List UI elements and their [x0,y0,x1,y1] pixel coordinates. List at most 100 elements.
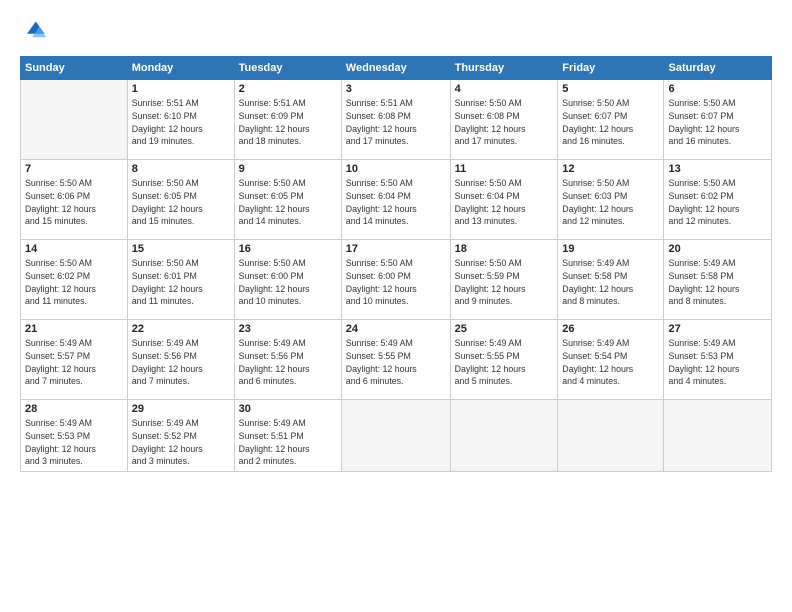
calendar-cell: 24 Sunrise: 5:49 AM Sunset: 5:55 PM Dayli… [341,320,450,400]
calendar-cell: 12 Sunrise: 5:50 AM Sunset: 6:03 PM Dayli… [558,160,664,240]
day-number: 16 [239,243,337,255]
day-number: 26 [562,323,659,335]
day-info: Sunrise: 5:50 AM Sunset: 6:08 PM Dayligh… [455,97,554,148]
day-number: 24 [346,323,446,335]
day-info: Sunrise: 5:50 AM Sunset: 6:05 PM Dayligh… [132,177,230,228]
header [20,18,772,46]
calendar-cell: 15Sunrise: 5:50 AM Sunset: 6:01 PM Dayli… [127,240,234,320]
day-info: Sunrise: 5:49 AM Sunset: 5:54 PM Dayligh… [562,337,659,388]
day-number: 8 [132,163,230,175]
day-number: 5 [562,83,659,95]
calendar-cell [558,400,664,472]
day-info: Sunrise: 5:49 AM Sunset: 5:53 PM Dayligh… [668,337,767,388]
calendar-cell: 25Sunrise: 5:49 AM Sunset: 5:55 PM Dayli… [450,320,558,400]
day-info: Sunrise: 5:51 AM Sunset: 6:09 PM Dayligh… [239,97,337,148]
day-number: 15 [132,243,230,255]
calendar-cell: 8 Sunrise: 5:50 AM Sunset: 6:05 PM Daylig… [127,160,234,240]
calendar-week-row: 21 Sunrise: 5:49 AM Sunset: 5:57 PM Dayli… [21,320,772,400]
day-number: 17 [346,243,446,255]
day-info: Sunrise: 5:50 AM Sunset: 6:00 PM Dayligh… [346,257,446,308]
calendar-cell: 19 Sunrise: 5:49 AM Sunset: 5:58 PM Dayli… [558,240,664,320]
calendar-cell [341,400,450,472]
calendar-week-row: 14 Sunrise: 5:50 AM Sunset: 6:02 PM Dayli… [21,240,772,320]
day-number: 1 [132,83,230,95]
day-info: Sunrise: 5:50 AM Sunset: 6:07 PM Dayligh… [562,97,659,148]
day-info: Sunrise: 5:49 AM Sunset: 5:58 PM Dayligh… [562,257,659,308]
calendar-cell: 6 Sunrise: 5:50 AM Sunset: 6:07 PM Daylig… [664,80,772,160]
day-number: 22 [132,323,230,335]
weekday-header-friday: Friday [558,57,664,80]
day-info: Sunrise: 5:50 AM Sunset: 6:03 PM Dayligh… [562,177,659,228]
day-info: Sunrise: 5:50 AM Sunset: 6:05 PM Dayligh… [239,177,337,228]
calendar-cell: 28 Sunrise: 5:49 AM Sunset: 5:53 PM Dayli… [21,400,128,472]
day-number: 11 [455,163,554,175]
day-number: 12 [562,163,659,175]
day-number: 9 [239,163,337,175]
day-info: Sunrise: 5:50 AM Sunset: 6:04 PM Dayligh… [346,177,446,228]
day-number: 19 [562,243,659,255]
day-info: Sunrise: 5:49 AM Sunset: 5:52 PM Dayligh… [132,417,230,468]
day-number: 21 [25,323,123,335]
day-number: 27 [668,323,767,335]
day-info: Sunrise: 5:49 AM Sunset: 5:51 PM Dayligh… [239,417,337,468]
calendar-cell: 29 Sunrise: 5:49 AM Sunset: 5:52 PM Dayli… [127,400,234,472]
day-number: 14 [25,243,123,255]
calendar-cell: 13Sunrise: 5:50 AM Sunset: 6:02 PM Dayli… [664,160,772,240]
calendar-cell: 26 Sunrise: 5:49 AM Sunset: 5:54 PM Dayli… [558,320,664,400]
calendar-cell: 22 Sunrise: 5:49 AM Sunset: 5:56 PM Dayli… [127,320,234,400]
calendar-cell [450,400,558,472]
day-info: Sunrise: 5:49 AM Sunset: 5:56 PM Dayligh… [239,337,337,388]
day-info: Sunrise: 5:50 AM Sunset: 6:06 PM Dayligh… [25,177,123,228]
calendar-cell: 5 Sunrise: 5:50 AM Sunset: 6:07 PM Daylig… [558,80,664,160]
day-info: Sunrise: 5:49 AM Sunset: 5:57 PM Dayligh… [25,337,123,388]
day-number: 13 [668,163,767,175]
logo-icon [20,18,48,46]
day-info: Sunrise: 5:49 AM Sunset: 5:53 PM Dayligh… [25,417,123,468]
day-number: 7 [25,163,123,175]
page: SundayMondayTuesdayWednesdayThursdayFrid… [0,0,792,612]
calendar-week-row: 1 Sunrise: 5:51 AM Sunset: 6:10 PM Daylig… [21,80,772,160]
day-info: Sunrise: 5:50 AM Sunset: 6:02 PM Dayligh… [25,257,123,308]
day-number: 18 [455,243,554,255]
calendar-cell: 2 Sunrise: 5:51 AM Sunset: 6:09 PM Daylig… [234,80,341,160]
calendar-cell: 3 Sunrise: 5:51 AM Sunset: 6:08 PM Daylig… [341,80,450,160]
calendar-cell: 11Sunrise: 5:50 AM Sunset: 6:04 PM Dayli… [450,160,558,240]
day-number: 3 [346,83,446,95]
day-info: Sunrise: 5:49 AM Sunset: 5:58 PM Dayligh… [668,257,767,308]
day-info: Sunrise: 5:50 AM Sunset: 5:59 PM Dayligh… [455,257,554,308]
day-info: Sunrise: 5:50 AM Sunset: 6:07 PM Dayligh… [668,97,767,148]
logo [20,18,52,46]
calendar-cell: 23Sunrise: 5:49 AM Sunset: 5:56 PM Dayli… [234,320,341,400]
calendar-cell: 18 Sunrise: 5:50 AM Sunset: 5:59 PM Dayli… [450,240,558,320]
day-number: 4 [455,83,554,95]
day-number: 30 [239,403,337,415]
calendar-cell [664,400,772,472]
day-info: Sunrise: 5:51 AM Sunset: 6:08 PM Dayligh… [346,97,446,148]
day-number: 20 [668,243,767,255]
calendar-cell: 1 Sunrise: 5:51 AM Sunset: 6:10 PM Daylig… [127,80,234,160]
day-number: 6 [668,83,767,95]
weekday-header-sunday: Sunday [21,57,128,80]
calendar-cell: 4 Sunrise: 5:50 AM Sunset: 6:08 PM Daylig… [450,80,558,160]
calendar-cell: 30 Sunrise: 5:49 AM Sunset: 5:51 PM Dayli… [234,400,341,472]
weekday-header-thursday: Thursday [450,57,558,80]
day-info: Sunrise: 5:50 AM Sunset: 6:00 PM Dayligh… [239,257,337,308]
calendar-cell: 14 Sunrise: 5:50 AM Sunset: 6:02 PM Dayli… [21,240,128,320]
day-info: Sunrise: 5:51 AM Sunset: 6:10 PM Dayligh… [132,97,230,148]
calendar-cell: 20 Sunrise: 5:49 AM Sunset: 5:58 PM Dayli… [664,240,772,320]
day-info: Sunrise: 5:49 AM Sunset: 5:56 PM Dayligh… [132,337,230,388]
day-number: 29 [132,403,230,415]
day-number: 10 [346,163,446,175]
day-number: 28 [25,403,123,415]
day-info: Sunrise: 5:49 AM Sunset: 5:55 PM Dayligh… [455,337,554,388]
weekday-header-monday: Monday [127,57,234,80]
calendar-cell [21,80,128,160]
calendar-table: SundayMondayTuesdayWednesdayThursdayFrid… [20,56,772,472]
calendar-cell: 7 Sunrise: 5:50 AM Sunset: 6:06 PM Daylig… [21,160,128,240]
calendar-cell: 10 Sunrise: 5:50 AM Sunset: 6:04 PM Dayli… [341,160,450,240]
calendar-cell: 21 Sunrise: 5:49 AM Sunset: 5:57 PM Dayli… [21,320,128,400]
day-number: 2 [239,83,337,95]
day-info: Sunrise: 5:49 AM Sunset: 5:55 PM Dayligh… [346,337,446,388]
calendar-cell: 9 Sunrise: 5:50 AM Sunset: 6:05 PM Daylig… [234,160,341,240]
calendar-cell: 27 Sunrise: 5:49 AM Sunset: 5:53 PM Dayli… [664,320,772,400]
